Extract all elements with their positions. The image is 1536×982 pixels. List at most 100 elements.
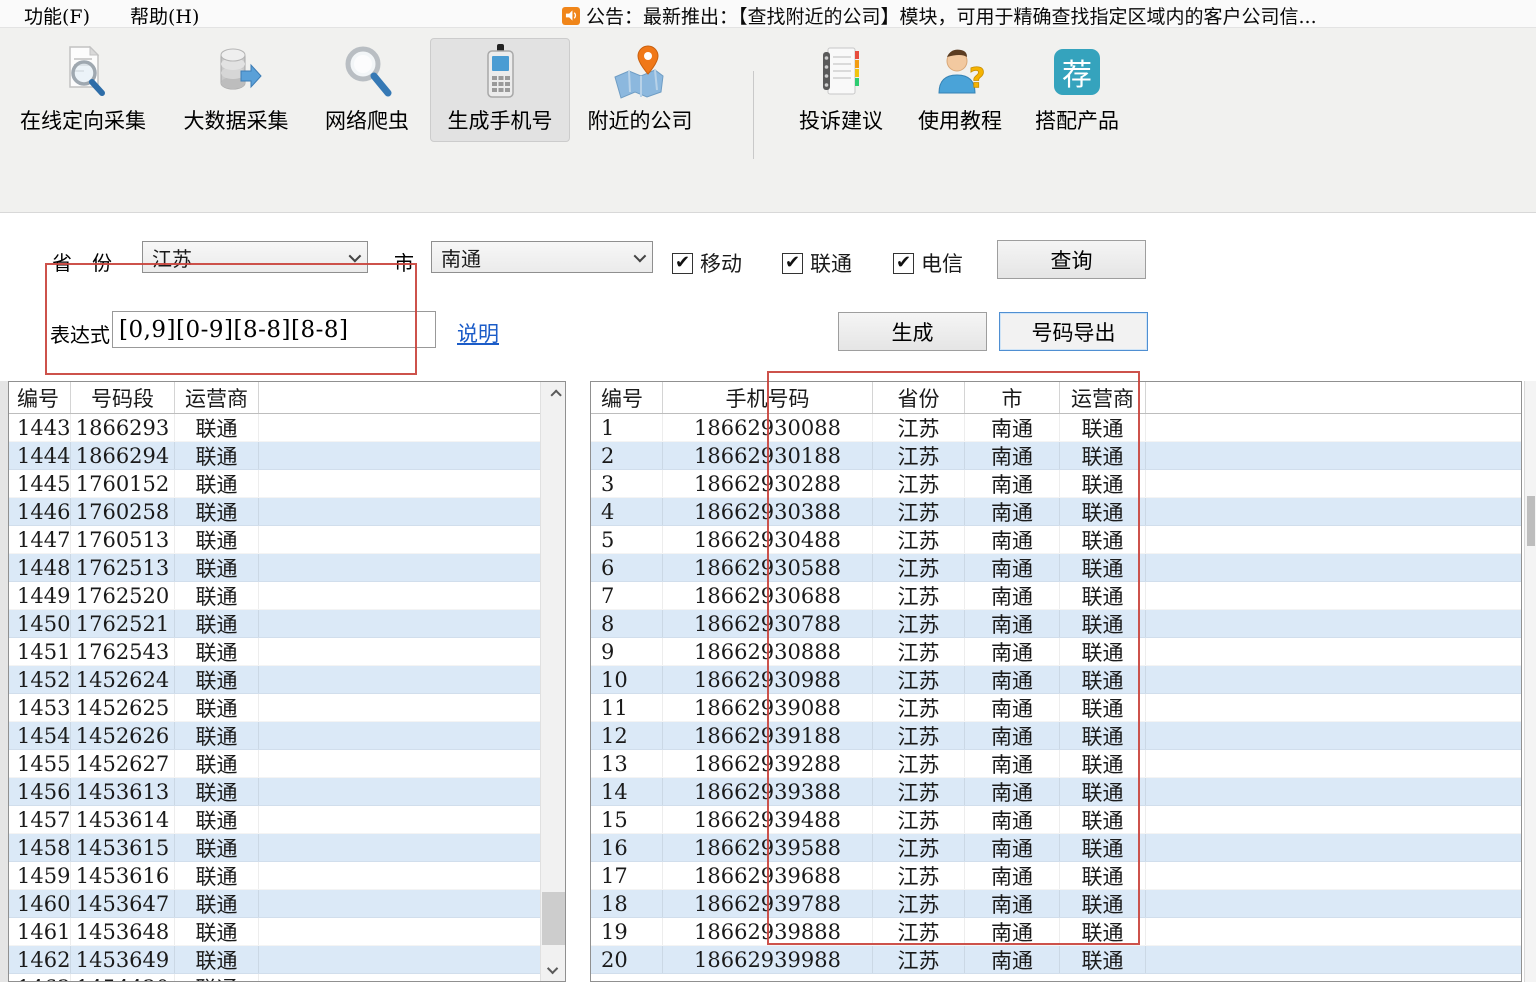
cell-index: 1463 xyxy=(9,974,71,982)
cell-segment: 1454430 xyxy=(71,974,175,982)
toolbar-button-bigdata-collect[interactable]: 大数据采集 xyxy=(170,38,302,142)
segment-table-row[interactable]: 1456 1453613 联通 xyxy=(9,778,565,806)
left-table-scrollbar[interactable] xyxy=(540,382,565,981)
city-label: 市 xyxy=(394,247,414,276)
phone-table-row[interactable]: 15 18662939488 江苏 南通 联通 xyxy=(591,806,1521,834)
segment-table-row[interactable]: 1453 1452625 联通 xyxy=(9,694,565,722)
cell-filler xyxy=(1146,834,1521,861)
cell-filler xyxy=(259,694,565,721)
segment-table-row[interactable]: 1445 1760152 联通 xyxy=(9,470,565,498)
toolbar-button-tutorial[interactable]: ? 使用教程 xyxy=(904,38,1016,142)
segment-table-row[interactable]: 1454 1452626 联通 xyxy=(9,722,565,750)
segment-table-row[interactable]: 1462 1453649 联通 xyxy=(9,946,565,974)
cell-filler xyxy=(259,750,565,777)
phone-table-row[interactable]: 18 18662939788 江苏 南通 联通 xyxy=(591,890,1521,918)
province-select[interactable]: 江苏 xyxy=(142,241,368,273)
toolbar-button-web-crawler[interactable]: 网络爬虫 xyxy=(312,38,422,142)
segment-table-row[interactable]: 1459 1453616 联通 xyxy=(9,862,565,890)
cell-province: 江苏 xyxy=(873,638,965,665)
phone-table-row[interactable]: 5 18662930488 江苏 南通 联通 xyxy=(591,526,1521,554)
segment-table-row[interactable]: 1451 1762543 联通 xyxy=(9,638,565,666)
toolbar-button-feedback[interactable]: 投诉建议 xyxy=(786,38,896,142)
segment-table-row[interactable]: 1461 1453648 联通 xyxy=(9,918,565,946)
generate-button[interactable]: 生成 xyxy=(838,312,987,351)
segment-table-row[interactable]: 1449 1762520 联通 xyxy=(9,582,565,610)
menu-item-function[interactable]: 功能(F) xyxy=(18,1,96,30)
phone-table-row[interactable]: 19 18662939888 江苏 南通 联通 xyxy=(591,918,1521,946)
segment-table-row[interactable]: 1455 1452627 联通 xyxy=(9,750,565,778)
cell-phone-number: 18662930988 xyxy=(663,666,873,693)
cell-carrier: 联通 xyxy=(1060,834,1146,861)
cell-filler xyxy=(259,722,565,749)
province-value: 江苏 xyxy=(152,243,192,272)
cell-index: 1457 xyxy=(9,806,71,833)
segment-table-row[interactable]: 1447 1760513 联通 xyxy=(9,526,565,554)
menu-item-help[interactable]: 帮助(H) xyxy=(124,1,205,30)
segment-table-row[interactable]: 1448 1762513 联通 xyxy=(9,554,565,582)
cell-index: 7 xyxy=(591,582,663,609)
expression-input[interactable] xyxy=(112,311,436,348)
export-numbers-button[interactable]: 号码导出 xyxy=(999,312,1148,351)
cell-carrier: 联通 xyxy=(1060,862,1146,889)
toolbar-button-nearby-company[interactable]: 附近的公司 xyxy=(576,38,704,142)
phone-table-row[interactable]: 17 18662939688 江苏 南通 联通 xyxy=(591,862,1521,890)
toolbar-button-recommend-product[interactable]: 荐 搭配产品 xyxy=(1022,38,1132,142)
toolbar-divider xyxy=(753,71,754,159)
cell-carrier: 联通 xyxy=(1060,890,1146,917)
cell-filler xyxy=(259,554,565,581)
segment-table-row[interactable]: 1457 1453614 联通 xyxy=(9,806,565,834)
phone-table-row[interactable]: 14 18662939388 江苏 南通 联通 xyxy=(591,778,1521,806)
cell-province: 江苏 xyxy=(873,778,965,805)
segment-table-row[interactable]: 1443 1866293 联通 xyxy=(9,414,565,442)
carrier-checkbox-unicom[interactable]: ✔ 联通 xyxy=(782,248,852,278)
segment-table-row[interactable]: 1460 1453647 联通 xyxy=(9,890,565,918)
phone-table-row[interactable]: 13 18662939288 江苏 南通 联通 xyxy=(591,750,1521,778)
phone-table-row[interactable]: 8 18662930788 江苏 南通 联通 xyxy=(591,610,1521,638)
cell-carrier: 联通 xyxy=(1060,806,1146,833)
segment-table-row[interactable]: 1452 1452624 联通 xyxy=(9,666,565,694)
scrollbar-thumb[interactable] xyxy=(542,892,565,945)
scrollbar-thumb[interactable] xyxy=(1527,496,1535,546)
segment-table-row[interactable]: 1458 1453615 联通 xyxy=(9,834,565,862)
segment-table-row[interactable]: 1446 1760258 联通 xyxy=(9,498,565,526)
help-link[interactable]: 说明 xyxy=(457,318,499,348)
cell-city: 南通 xyxy=(965,834,1060,861)
phone-table-row[interactable]: 12 18662939188 江苏 南通 联通 xyxy=(591,722,1521,750)
cell-segment: 1453649 xyxy=(71,946,175,973)
city-select[interactable]: 南通 xyxy=(431,241,653,273)
cell-index: 16 xyxy=(591,834,663,861)
query-button[interactable]: 查询 xyxy=(997,240,1146,279)
segment-table-row[interactable]: 1444 1866294 联通 xyxy=(9,442,565,470)
cell-segment: 1866293 xyxy=(71,414,175,441)
segment-table-row[interactable]: 1463 1454430 联通 xyxy=(9,974,565,982)
cell-carrier: 联通 xyxy=(175,414,259,441)
cell-index: 11 xyxy=(591,694,663,721)
cell-segment: 1452626 xyxy=(71,722,175,749)
phone-table-row[interactable]: 7 18662930688 江苏 南通 联通 xyxy=(591,582,1521,610)
toolbar-button-online-collect[interactable]: 在线定向采集 xyxy=(6,38,160,142)
cell-phone-number: 18662930188 xyxy=(663,442,873,469)
toolbar-button-generate-phone[interactable]: 生成手机号 xyxy=(430,38,570,142)
phone-table-row[interactable]: 16 18662939588 江苏 南通 联通 xyxy=(591,834,1521,862)
phone-table-row[interactable]: 1 18662930088 江苏 南通 联通 xyxy=(591,414,1521,442)
cell-index: 18 xyxy=(591,890,663,917)
carrier-checkbox-mobile[interactable]: ✔ 移动 xyxy=(672,248,742,278)
cell-filler xyxy=(1146,442,1521,469)
scroll-up-icon[interactable] xyxy=(541,384,566,402)
segment-table-row[interactable]: 1450 1762521 联通 xyxy=(9,610,565,638)
phone-table-row[interactable]: 2 18662930188 江苏 南通 联通 xyxy=(591,442,1521,470)
col-header-phone: 手机号码 xyxy=(663,382,873,413)
phone-table-row[interactable]: 20 18662939988 江苏 南通 联通 xyxy=(591,946,1521,974)
phone-table-row[interactable]: 4 18662930388 江苏 南通 联通 xyxy=(591,498,1521,526)
phone-table-body: 1 18662930088 江苏 南通 联通 2 18662930188 江苏 … xyxy=(591,414,1521,982)
cell-segment: 1453616 xyxy=(71,862,175,889)
carrier-checkbox-telecom[interactable]: ✔ 电信 xyxy=(893,248,963,278)
phone-table-row[interactable]: 6 18662930588 江苏 南通 联通 xyxy=(591,554,1521,582)
window-scrollbar[interactable] xyxy=(1524,381,1536,982)
phone-table-row[interactable]: 9 18662930888 江苏 南通 联通 xyxy=(591,638,1521,666)
phone-table-row[interactable]: 10 18662930988 江苏 南通 联通 xyxy=(591,666,1521,694)
phone-table-row[interactable]: 3 18662930288 江苏 南通 联通 xyxy=(591,470,1521,498)
scroll-down-icon[interactable] xyxy=(541,961,566,979)
phone-table-row[interactable]: 11 18662939088 江苏 南通 联通 xyxy=(591,694,1521,722)
cell-filler xyxy=(1146,806,1521,833)
